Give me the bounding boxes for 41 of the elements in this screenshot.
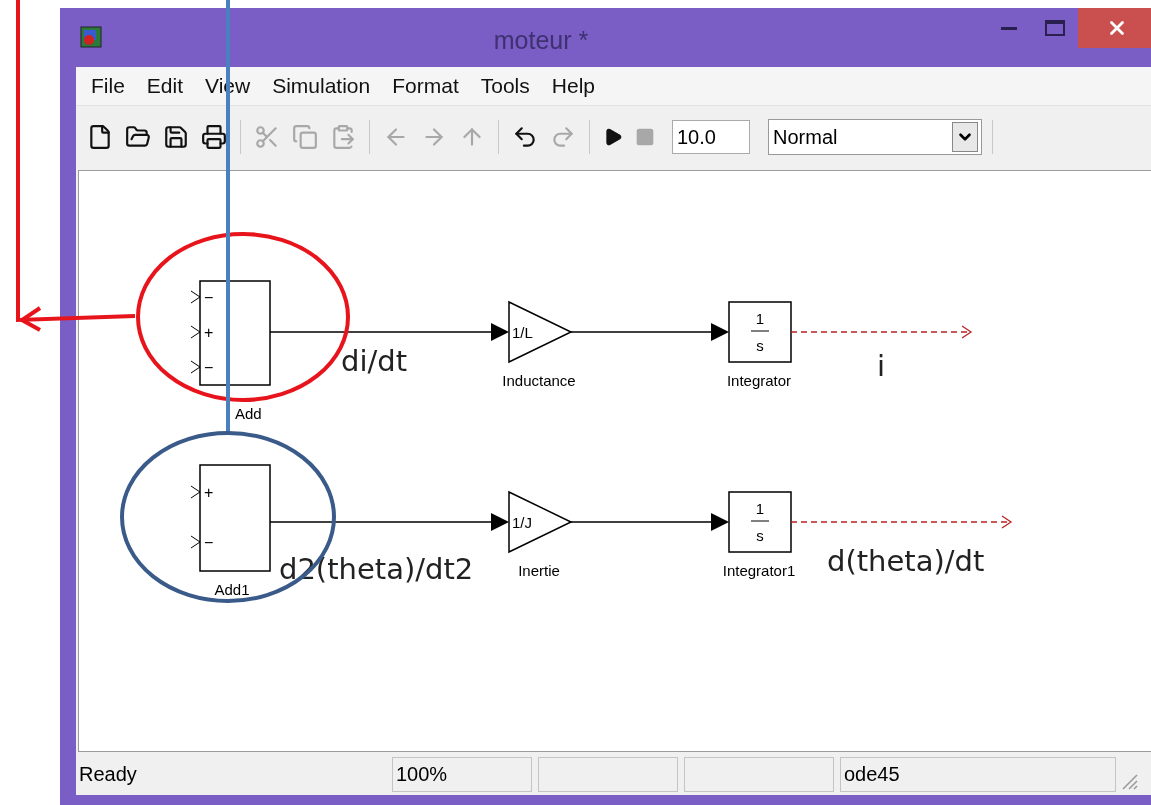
undo-icon bbox=[512, 124, 538, 150]
minimize-icon bbox=[1001, 26, 1017, 30]
zoom-status: 100% bbox=[392, 757, 532, 792]
window-title: moteur * bbox=[492, 26, 590, 55]
signal-annotation: d(theta)/dt bbox=[827, 544, 985, 578]
block-label: Inertie bbox=[518, 562, 560, 579]
folder-icon bbox=[125, 124, 151, 150]
new-file-icon bbox=[87, 124, 113, 150]
menu-item[interactable]: Format bbox=[381, 72, 470, 100]
printer-icon bbox=[201, 124, 227, 150]
signal-annotation: di/dt bbox=[341, 344, 407, 378]
block-label: Add1 bbox=[214, 581, 250, 598]
gain-block: 1/J bbox=[508, 490, 573, 554]
integrator-block: 1 s bbox=[728, 491, 792, 553]
close-button[interactable] bbox=[1078, 8, 1151, 48]
copy-icon bbox=[292, 124, 318, 150]
maximize-icon bbox=[1045, 20, 1065, 36]
redo-icon bbox=[550, 124, 576, 150]
block-label: Inductance bbox=[502, 372, 576, 389]
block-label: Integrator bbox=[726, 372, 792, 389]
menu-item[interactable]: Edit bbox=[135, 72, 195, 100]
block-label: Add bbox=[235, 405, 262, 422]
clipboard-icon bbox=[330, 124, 356, 150]
mode-dropdown[interactable]: Normal bbox=[768, 119, 982, 155]
menu-item[interactable]: Help bbox=[540, 72, 606, 100]
solver-status: ode45 bbox=[840, 757, 1116, 792]
signal-annotation: i bbox=[877, 349, 886, 383]
app-icon bbox=[80, 26, 102, 48]
scissors-icon bbox=[254, 124, 280, 150]
play-icon bbox=[603, 127, 623, 147]
status-text: Ready bbox=[78, 762, 138, 787]
save-icon bbox=[163, 124, 189, 150]
resize-grip-icon bbox=[1122, 774, 1138, 790]
stop-icon bbox=[635, 127, 655, 147]
menu-item[interactable]: File bbox=[80, 72, 136, 100]
block-label: Integrator1 bbox=[722, 562, 796, 579]
menu-item[interactable]: Tools bbox=[469, 72, 541, 100]
stop-time-field[interactable]: 10.0 bbox=[672, 120, 750, 154]
menu-item[interactable]: Simulation bbox=[261, 72, 382, 100]
integrator-block: 1 s bbox=[728, 301, 792, 363]
gain-block: 1/L bbox=[508, 300, 573, 364]
